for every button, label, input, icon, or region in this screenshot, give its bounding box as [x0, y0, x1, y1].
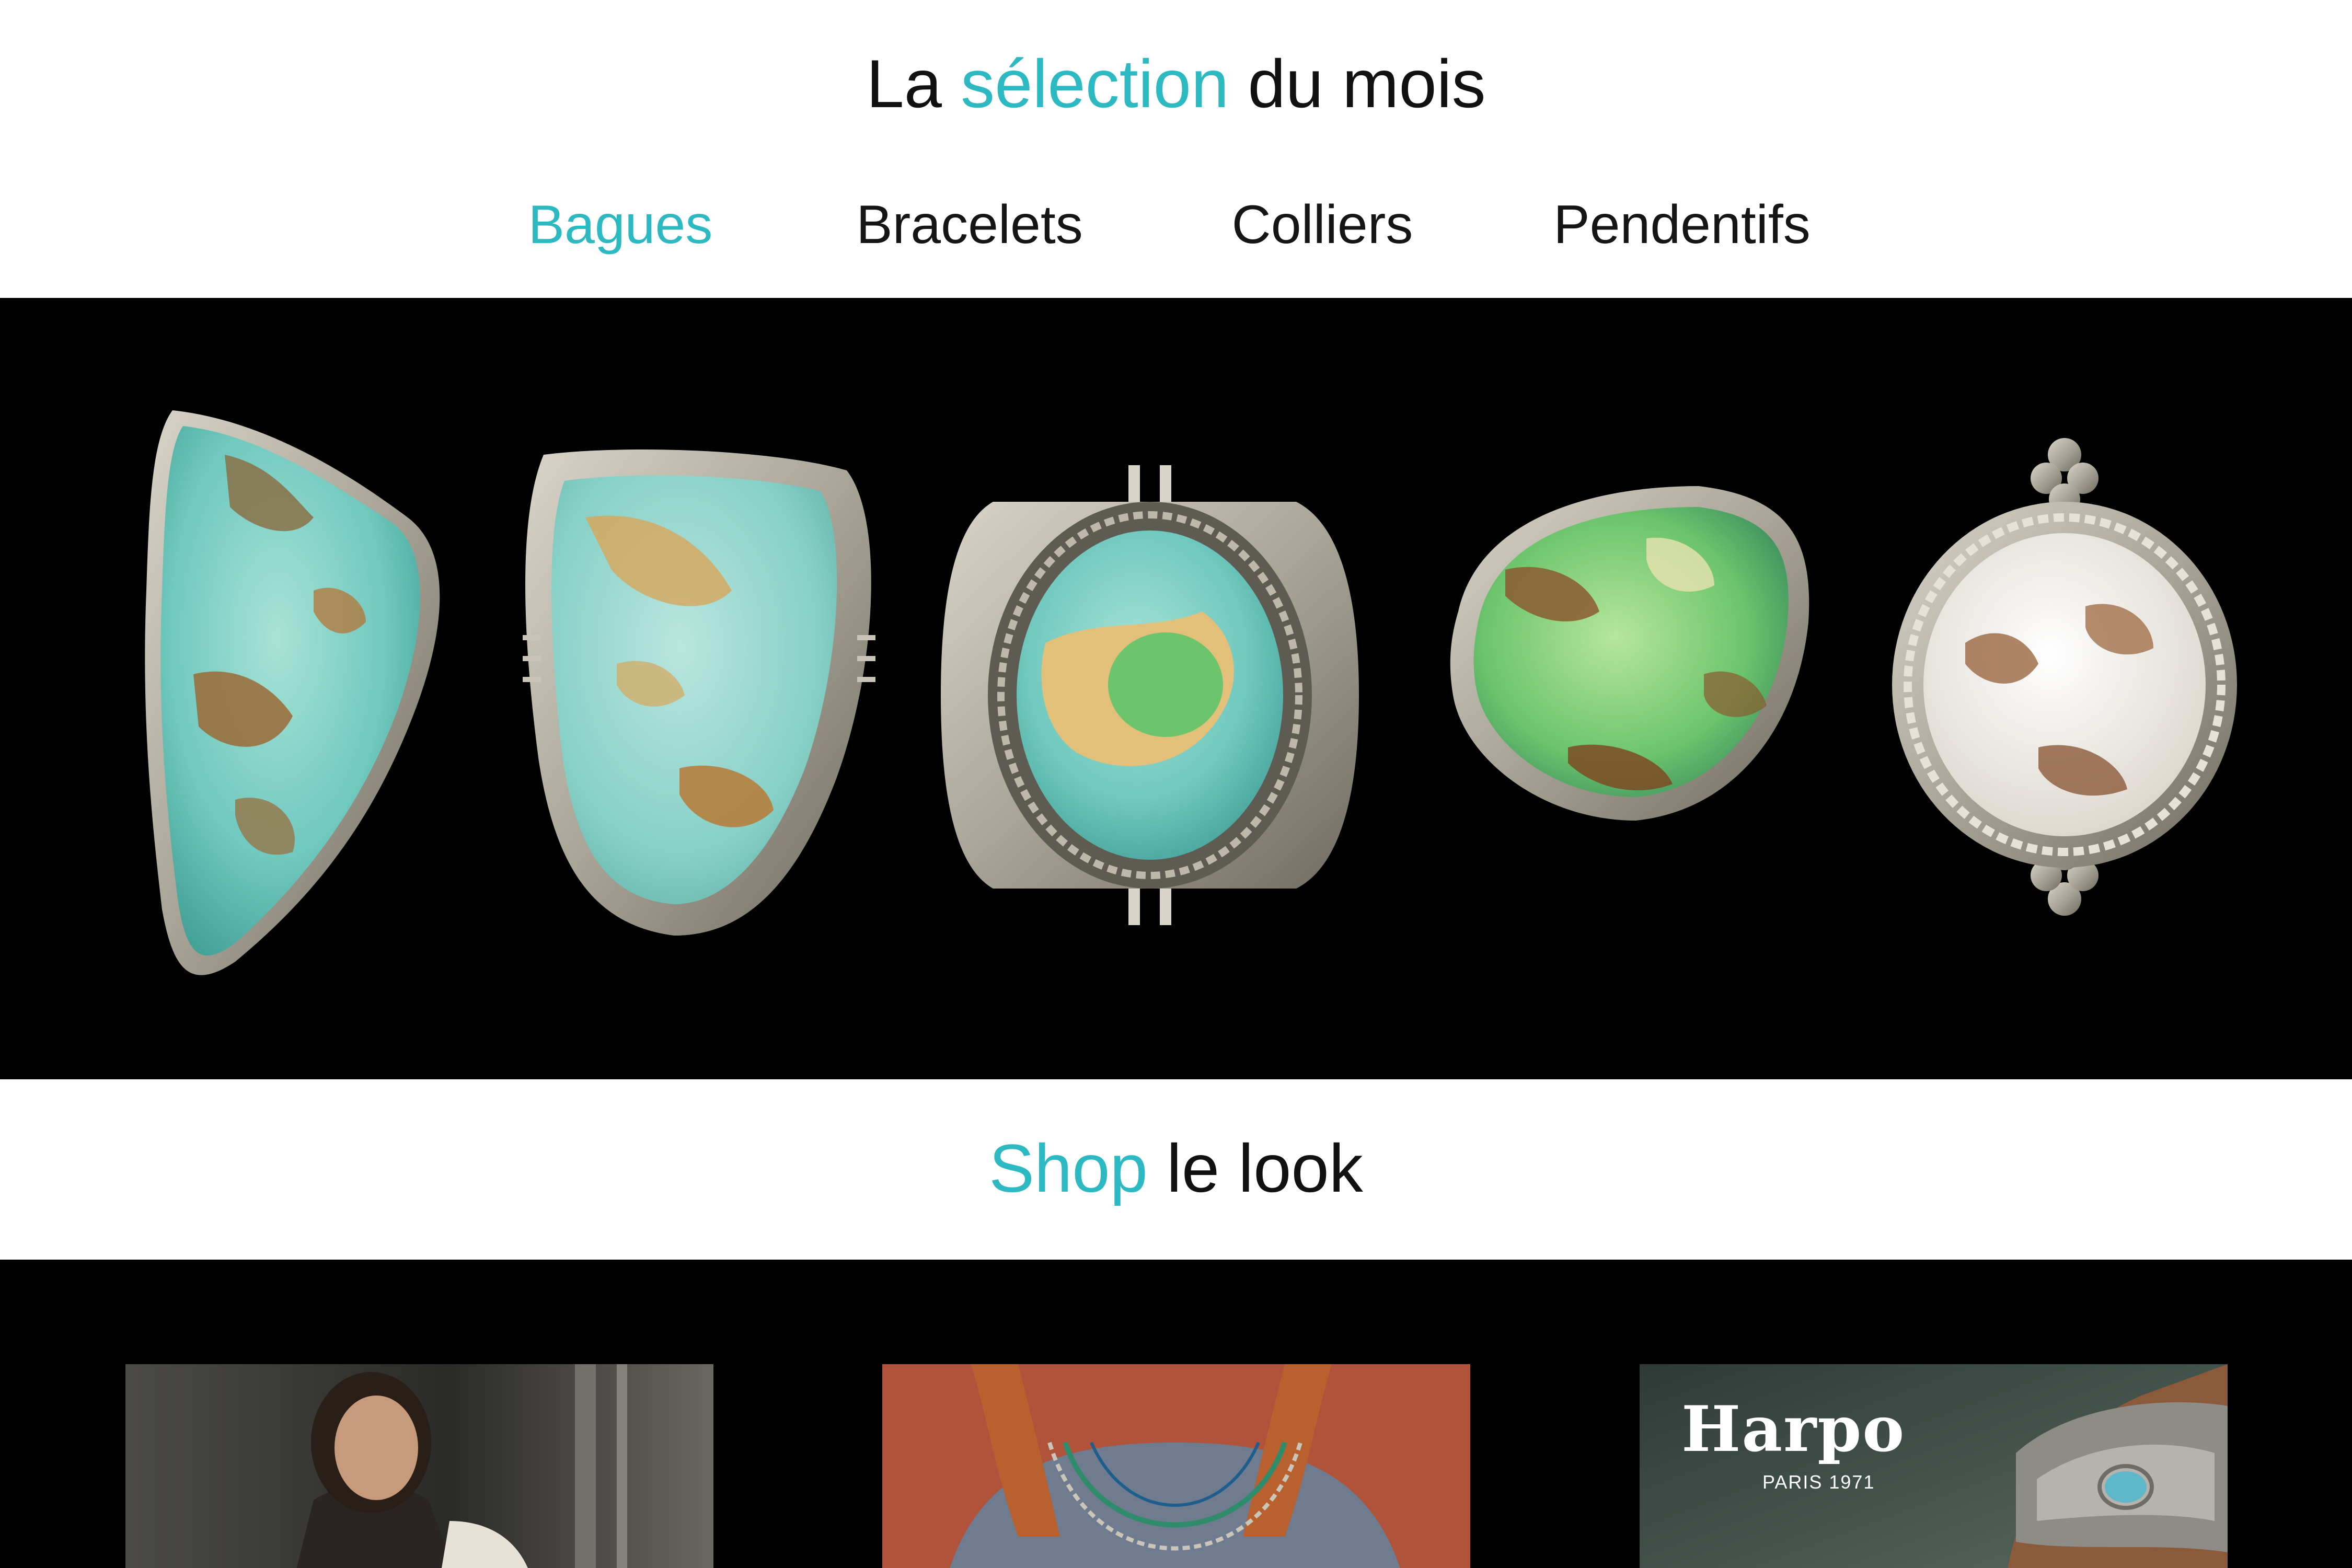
- tab-bracelets[interactable]: Bracelets: [856, 183, 1083, 267]
- harpo-logo-subtitle: PARIS 1971: [1762, 1471, 1875, 1493]
- tab-bagues[interactable]: Bagues: [528, 183, 713, 267]
- look-card-harpo[interactable]: Harpo PARIS 1971: [1640, 1364, 2228, 1568]
- white-buffalo-ring-icon[interactable]: [1892, 438, 2237, 916]
- look-card-necklaces[interactable]: [882, 1364, 1470, 1568]
- shop-title-accent: Shop: [989, 1130, 1148, 1206]
- category-tabs: Bagues Bracelets Colliers Pendentifs: [0, 183, 2352, 267]
- shop-title: Shop le look: [0, 1121, 2352, 1215]
- tab-pendentifs[interactable]: Pendentifs: [1553, 183, 1810, 267]
- turquoise-ring-freeform-icon[interactable]: [145, 410, 440, 975]
- turquoise-ring-teardrop-icon[interactable]: [523, 449, 875, 936]
- look-gallery: Harpo PARIS 1971: [0, 1260, 2352, 1568]
- model-photo-icon: [125, 1364, 713, 1568]
- tab-colliers[interactable]: Colliers: [1232, 183, 1413, 267]
- title-part-2: du mois: [1248, 45, 1486, 122]
- page-title: La sélection du mois: [0, 37, 2352, 131]
- turquoise-ring-green-icon[interactable]: [1450, 486, 1809, 821]
- rings-carousel: [0, 298, 2352, 1079]
- harpo-logo: Harpo: [1681, 1392, 1906, 1466]
- title-part-1: La: [866, 45, 942, 122]
- look-card-model[interactable]: [125, 1364, 713, 1568]
- turquoise-ring-oval-icon[interactable]: [941, 465, 1359, 925]
- necklace-photo-icon: [882, 1364, 1470, 1568]
- title-accent: sélection: [961, 45, 1229, 122]
- shop-title-rest: le look: [1166, 1130, 1363, 1206]
- shop-the-look-header: Shop le look: [0, 1079, 2352, 1260]
- header: La sélection du mois Bagues Bracelets Co…: [0, 0, 2352, 298]
- rings-illustration: [145, 410, 2237, 975]
